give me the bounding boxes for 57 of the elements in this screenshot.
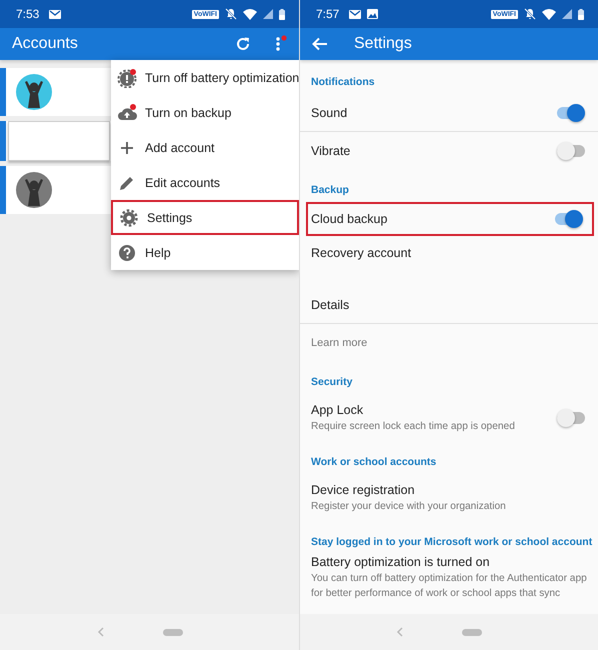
settings-row[interactable]: Details: [300, 286, 598, 324]
image-icon: [367, 9, 378, 19]
settings-row[interactable]: Battery optimization is turned on You can turn off battery optimization for the Authenticator app for better performance of work or school apps that sync: [300, 554, 598, 602]
section-header: Stay logged in to your Microsoft work or school account: [310, 535, 594, 550]
section-header: Backup: [310, 183, 350, 198]
settings-row[interactable]: Device registration Register your device with your organization: [300, 474, 598, 522]
mail-icon: [349, 10, 362, 18]
setting-label: Sound: [311, 106, 348, 120]
wifi-icon: [542, 8, 556, 20]
signal-icon: [263, 9, 273, 19]
app-title: Settings: [354, 35, 412, 53]
app-title: Accounts: [12, 35, 78, 53]
home-pill[interactable]: [162, 628, 182, 636]
menu-item[interactable]: Add account: [111, 130, 299, 165]
back-arrow-icon[interactable]: [312, 37, 328, 51]
setting-label: Vibrate: [311, 144, 352, 158]
wifi-icon: [243, 8, 257, 20]
settings-row[interactable]: Cloud backup: [306, 202, 594, 236]
status-time: 7:57: [316, 7, 340, 21]
learn-more-link: Learn more: [311, 337, 368, 349]
back-nav-icon[interactable]: [396, 626, 404, 638]
toggle-switch[interactable]: [557, 102, 585, 122]
setting-description: Register your device with your organization: [311, 500, 507, 514]
bell-off-icon: [524, 8, 536, 20]
setting-description: Require screen lock each time app is opened: [311, 420, 516, 434]
section-header: Security: [310, 375, 354, 390]
bell-off-icon: [225, 8, 237, 20]
setting-label: Details: [311, 298, 350, 312]
settings-row[interactable]: App Lock Require screen lock each time app is opened: [300, 394, 598, 442]
setting-label: Device registration: [311, 482, 416, 496]
toggle-switch[interactable]: [555, 209, 583, 229]
settings-row[interactable]: Learn more: [300, 324, 598, 362]
setting-label: Recovery account: [311, 246, 412, 260]
toggle-switch[interactable]: [557, 408, 585, 428]
battery-icon: [279, 8, 285, 20]
setting-label: App Lock: [311, 402, 364, 416]
settings-row[interactable]: Vibrate: [300, 132, 598, 170]
refresh-icon[interactable]: [235, 36, 251, 52]
settings-row[interactable]: Recovery account: [300, 236, 598, 286]
menu-item[interactable]: Settings: [111, 200, 299, 235]
setting-description: You can turn off battery optimization for the Authenticator app for better performance of work or school apps that sync: [311, 572, 587, 601]
toggle-switch[interactable]: [557, 141, 585, 161]
setting-label: Cloud backup: [311, 212, 388, 226]
signal-icon: [562, 9, 572, 19]
menu-item[interactable]: Turn on backup: [111, 95, 299, 130]
section-header: Work or school accounts: [310, 455, 438, 470]
menu-item[interactable]: Help: [111, 235, 299, 270]
mail-icon: [49, 10, 62, 18]
settings-row[interactable]: Sound: [300, 94, 598, 132]
status-time: 7:53: [16, 7, 40, 21]
battery-icon: [578, 8, 584, 20]
setting-label: Battery optimization is turned on: [311, 555, 491, 569]
back-nav-icon[interactable]: [96, 626, 104, 638]
home-pill[interactable]: [462, 628, 482, 636]
menu-item[interactable]: Edit accounts: [111, 165, 299, 200]
menu-item[interactable]: Turn off battery optimization: [111, 60, 299, 95]
section-header: Notifications: [310, 75, 376, 90]
